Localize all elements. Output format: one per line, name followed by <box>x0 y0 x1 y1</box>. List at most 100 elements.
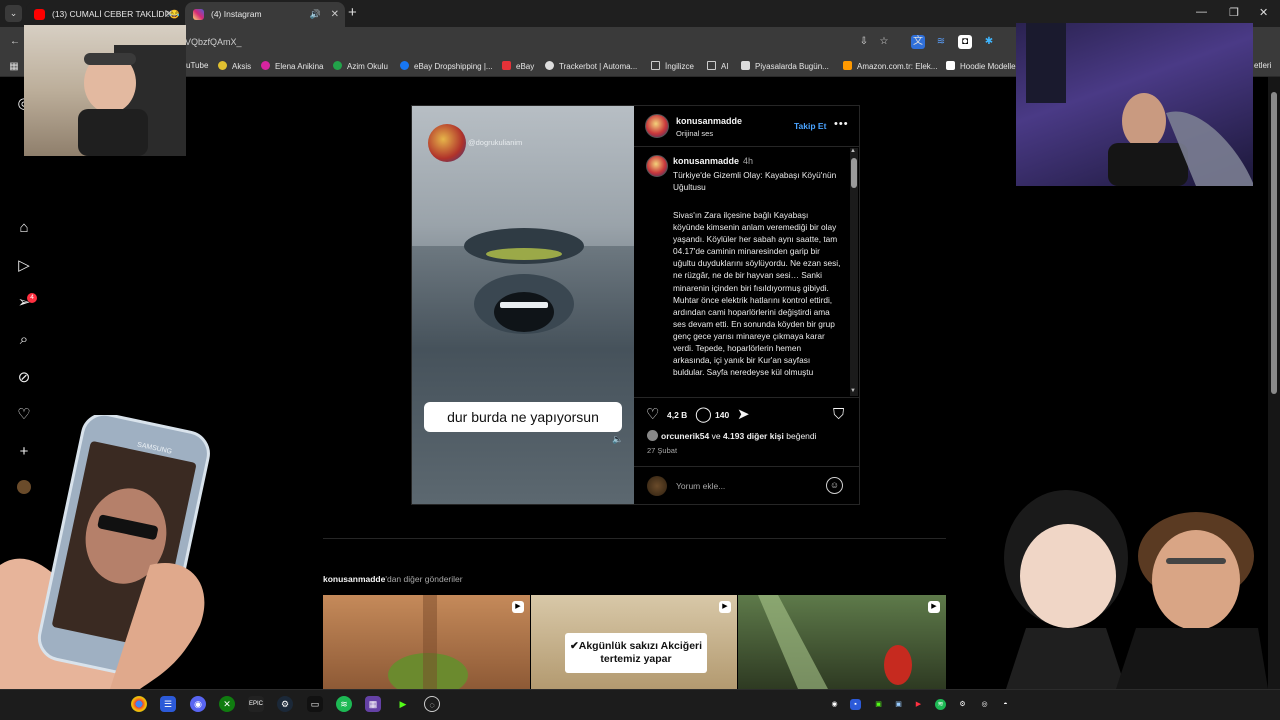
page-scroll-thumb[interactable] <box>1271 92 1277 394</box>
follow-button[interactable]: Takip Et <box>794 121 826 131</box>
thumbnail-caption: ✔Akgünlük sakızı Akciğeri tertemiz yapar <box>565 633 707 673</box>
new-tab-button[interactable]: + <box>348 4 357 21</box>
speaker-icon[interactable]: 🔊 <box>310 2 321 27</box>
tab-youtube[interactable]: (13) CUMALİ CEBER TAKLİDİ!😂 ✕ <box>26 2 179 27</box>
app-icon[interactable]: ▶ <box>395 696 411 712</box>
ebay-icon <box>502 61 511 70</box>
tray-icon[interactable]: ◓ <box>1000 699 1011 710</box>
reels-icon[interactable]: ▷ <box>14 256 34 276</box>
home-icon[interactable]: ⌂ <box>14 218 34 238</box>
bookmark-folder[interactable]: İngilizce <box>651 61 694 71</box>
reel-icon: ▶ <box>928 601 940 613</box>
minimize-button[interactable]: — <box>1196 6 1207 18</box>
amazon-icon <box>843 61 852 70</box>
bookmark-item[interactable]: Azim Okulu <box>333 61 388 71</box>
mute-icon[interactable]: 🔈 <box>612 434 623 445</box>
bookmark-item[interactable]: Hoodie Modelle <box>946 61 1016 71</box>
author-username[interactable]: konusanmadde <box>676 116 742 126</box>
section-divider <box>323 538 946 539</box>
bookmark-item[interactable]: etleri <box>1254 61 1271 70</box>
commenter-avatar <box>647 476 667 496</box>
emoji-icon[interactable]: ☺ <box>826 477 843 494</box>
bookmark-item[interactable]: Piyasalarda Bugün... <box>741 61 829 71</box>
comment-input[interactable]: Yorum ekle... <box>676 481 725 491</box>
scroll-down-icon[interactable]: ▼ <box>850 388 856 394</box>
app-icon[interactable]: ▭ <box>307 696 323 712</box>
install-app-icon[interactable]: ⇩ <box>857 35 871 49</box>
video-creature <box>464 228 584 334</box>
bookmark-item[interactable]: Amazon.com.tr: Elek... <box>843 61 937 71</box>
meme-faces-image <box>1004 490 1268 689</box>
back-icon[interactable]: ← <box>8 35 22 49</box>
spotify-icon[interactable]: ≋ <box>336 696 352 712</box>
meme-faces-overlay <box>996 478 1268 689</box>
bookmark-star-icon[interactable]: ☆ <box>877 35 891 49</box>
obs-icon[interactable]: ◌ <box>424 696 440 712</box>
save-icon[interactable]: ⛉ <box>833 406 844 424</box>
steam-icon[interactable]: ⚙ <box>277 696 293 712</box>
share-icon[interactable]: ➤ <box>737 406 750 424</box>
chrome-icon[interactable] <box>131 696 147 712</box>
scroll-up-icon[interactable]: ▲ <box>850 148 856 154</box>
tray-icon[interactable]: ▣ <box>893 699 904 710</box>
bookmark-item[interactable]: Trackerbot | Automa... <box>545 61 637 71</box>
apps-grid-icon[interactable]: ▦ <box>7 60 21 74</box>
post-video[interactable]: @dogrukulianim dur burda ne yapıyorsun 🔈 <box>412 106 634 504</box>
bookmark-item[interactable]: Elena Anikina <box>261 61 323 71</box>
thumbnail-image <box>758 595 912 689</box>
more-options-icon[interactable]: ••• <box>834 118 849 130</box>
audio-label[interactable]: Orijinal ses <box>676 129 713 138</box>
tray-icon[interactable]: ▶ <box>913 699 924 710</box>
spotify-tray-icon[interactable]: ≋ <box>935 699 946 710</box>
bookmark-icon <box>261 61 270 70</box>
epic-games-icon[interactable]: EPIC <box>248 696 264 712</box>
url-field[interactable]: VQbzfQAmX_ <box>185 37 242 47</box>
extension-icon[interactable]: ✱ <box>982 35 996 49</box>
reel-icon: ▶ <box>719 601 731 613</box>
tab-instagram[interactable]: (4) Instagram 🔊 ✕ <box>185 2 345 27</box>
bookmark-item[interactable]: Aksis <box>218 61 251 71</box>
search-icon[interactable]: ⌕ <box>14 330 34 350</box>
close-window-button[interactable]: ✕ <box>1259 6 1268 19</box>
app-icon[interactable]: ▦ <box>365 696 381 712</box>
webcam-image <box>1026 23 1253 186</box>
comment-icon[interactable]: ◯ <box>695 406 712 424</box>
liked-by[interactable]: orcunerik54 ve 4.193 diğer kişi beğendi <box>647 430 817 441</box>
discord-icon[interactable]: ◉ <box>190 696 206 712</box>
caption-scroll-thumb[interactable] <box>851 158 857 188</box>
extension-icon[interactable]: ≋ <box>934 35 948 49</box>
bookmark-item[interactable]: eBay <box>502 61 534 71</box>
folder-icon <box>707 61 716 70</box>
bookmark-icon <box>545 61 554 70</box>
webcam-overlay <box>1016 23 1253 186</box>
caption-avatar[interactable] <box>646 155 668 177</box>
like-icon[interactable]: ♡ <box>646 406 659 424</box>
more-post-thumbnail[interactable]: ✔Akgünlük sakızı Akciğeri tertemiz yapar… <box>531 595 737 689</box>
tray-icon[interactable]: ▣ <box>873 699 884 710</box>
extension-icon[interactable]: ◘ <box>958 35 972 49</box>
tray-icon[interactable]: ◎ <box>979 699 990 710</box>
tab-search-button[interactable]: ⌄ <box>5 5 22 22</box>
actions-divider <box>634 397 859 398</box>
more-post-thumbnail[interactable]: ▶ <box>323 595 530 689</box>
more-post-thumbnail[interactable]: ▶ <box>738 595 946 689</box>
close-tab-icon[interactable]: ✕ <box>331 2 339 27</box>
author-avatar[interactable] <box>645 114 669 138</box>
comment-divider <box>634 466 859 467</box>
explore-icon[interactable]: ⊘ <box>14 368 34 388</box>
maximize-button[interactable]: ❐ <box>1229 6 1239 19</box>
caption-author[interactable]: konusanmadde 4h <box>673 156 753 166</box>
discord-tray-icon[interactable]: ◉ <box>829 699 840 710</box>
bookmark-item[interactable]: eBay Dropshipping |... <box>400 61 493 71</box>
bookmark-folder[interactable]: AI <box>707 61 729 71</box>
app-icon[interactable]: ☰ <box>160 696 176 712</box>
bookmark-item[interactable]: uTube <box>186 61 208 70</box>
xbox-icon[interactable]: ✕ <box>219 696 235 712</box>
steam-tray-icon[interactable]: ⚙ <box>957 699 968 710</box>
close-tab-icon[interactable]: ✕ <box>165 2 173 27</box>
tab-title: (4) Instagram <box>211 9 262 19</box>
caption-body: Sivas'ın Zara ilçesine bağlı Kayabaşı kö… <box>673 210 841 378</box>
tray-icon[interactable]: ▪ <box>850 699 861 710</box>
translate-icon[interactable]: 文 <box>911 35 925 49</box>
bookmark-icon <box>741 61 750 70</box>
